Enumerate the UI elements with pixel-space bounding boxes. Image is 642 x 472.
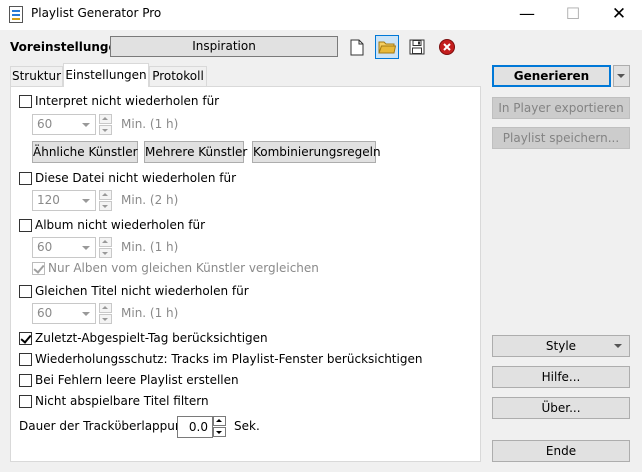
about-button[interactable]: Über... <box>492 397 630 419</box>
tab-struktur[interactable]: Struktur <box>10 66 63 86</box>
save-playlist-button[interactable]: Playlist speichern... <box>492 127 630 149</box>
app-icon <box>9 6 23 23</box>
artist-minutes-spinner[interactable] <box>99 114 112 135</box>
file-minutes-value: 120 <box>37 193 60 207</box>
preset-selector[interactable]: Inspiration <box>110 36 338 57</box>
album-repeat-label: Album nicht wiederholen für <box>35 218 206 232</box>
tab-protokoll[interactable]: Protokoll <box>149 66 207 86</box>
empty-on-error-checkbox[interactable] <box>19 374 32 387</box>
tab-einstellungen[interactable]: Einstellungen <box>63 63 149 87</box>
combination-rules-button[interactable]: Kombinierungsregeln <box>252 141 381 163</box>
artist-repeat-checkbox[interactable] <box>19 95 32 108</box>
end-button[interactable]: Ende <box>492 440 630 462</box>
artist-minutes-unit: Min. (1 h) <box>121 117 179 131</box>
delete-icon <box>439 39 455 55</box>
floppy-disk-icon <box>409 39 425 55</box>
save-preset-button[interactable] <box>405 35 429 59</box>
title-minutes-unit: Min. (1 h) <box>121 306 179 320</box>
generate-button[interactable]: Generieren <box>492 65 611 87</box>
similar-artists-button[interactable]: Ähnliche Künstler <box>32 141 138 163</box>
help-button[interactable]: Hilfe... <box>492 366 630 388</box>
chevron-down-icon <box>614 344 622 348</box>
folder-icon <box>378 41 396 53</box>
chevron-down-icon <box>82 312 90 316</box>
chevron-down-icon <box>82 246 90 250</box>
multiple-artists-button[interactable]: Mehrere Künstler <box>144 141 247 163</box>
window-title: Playlist Generator Pro <box>31 6 162 20</box>
same-artist-albums-checkbox[interactable] <box>32 262 45 275</box>
title-bar: Playlist Generator Pro — ☐ ✕ <box>0 0 642 30</box>
same-artist-albums-label: Nur Alben vom gleichen Künstler vergleic… <box>48 261 319 275</box>
new-file-icon <box>350 39 364 55</box>
album-minutes-value: 60 <box>37 240 53 254</box>
artist-minutes-combo[interactable]: 60 <box>32 114 96 135</box>
maximize-button[interactable]: ☐ <box>550 0 596 30</box>
open-preset-button[interactable] <box>375 35 399 59</box>
artist-minutes-value: 60 <box>37 117 53 131</box>
album-repeat-checkbox[interactable] <box>19 219 32 232</box>
overlap-label: Dauer der Trackϋberlappung: <box>19 419 195 433</box>
title-repeat-label: Gleichen Titel nicht wiederholen für <box>35 284 249 298</box>
close-button[interactable]: ✕ <box>596 0 642 30</box>
minimize-button[interactable]: — <box>504 0 550 30</box>
file-minutes-spinner[interactable] <box>99 190 112 211</box>
title-minutes-value: 60 <box>37 306 53 320</box>
album-minutes-spinner[interactable] <box>99 237 112 258</box>
album-minutes-unit: Min. (1 h) <box>121 240 179 254</box>
artist-repeat-label: Interpret nicht wiederholen für <box>35 94 220 108</box>
export-to-player-button[interactable]: In Player exportieren <box>492 97 630 119</box>
title-minutes-spinner[interactable] <box>99 303 112 324</box>
new-preset-button[interactable] <box>345 35 369 59</box>
file-minutes-combo[interactable]: 120 <box>32 190 96 211</box>
delete-preset-button[interactable] <box>435 35 459 59</box>
filter-unplayable-label: Nicht abspielbare Titel filtern <box>35 394 209 408</box>
album-minutes-combo[interactable]: 60 <box>32 237 96 258</box>
last-played-label: Zuletzt-Abgespielt-Tag berücksichtigen <box>35 331 268 345</box>
overlap-input[interactable]: 0.0 <box>177 416 213 438</box>
generate-options-button[interactable] <box>613 65 630 87</box>
style-button-label: Style <box>545 339 577 353</box>
last-played-checkbox[interactable] <box>19 332 32 345</box>
style-button[interactable]: Style <box>492 335 630 357</box>
chevron-down-icon <box>617 74 625 78</box>
file-repeat-label: Diese Datei nicht wiederholen für <box>35 171 236 185</box>
title-repeat-checkbox[interactable] <box>19 285 32 298</box>
overlap-spinner[interactable] <box>213 416 226 438</box>
presets-label: Voreinstellungen <box>10 40 126 54</box>
file-repeat-checkbox[interactable] <box>19 172 32 185</box>
chevron-down-icon <box>82 123 90 127</box>
title-minutes-combo[interactable]: 60 <box>32 303 96 324</box>
file-minutes-unit: Min. (2 h) <box>121 193 179 207</box>
filter-unplayable-checkbox[interactable] <box>19 395 32 408</box>
empty-on-error-label: Bei Fehlern leere Playlist erstellen <box>35 373 239 387</box>
overlap-unit: Sek. <box>234 419 260 433</box>
chevron-down-icon <box>82 199 90 203</box>
repeat-protection-checkbox[interactable] <box>19 353 32 366</box>
repeat-protection-label: Wiederholungsschutz: Tracks im Playlist-… <box>35 352 423 366</box>
